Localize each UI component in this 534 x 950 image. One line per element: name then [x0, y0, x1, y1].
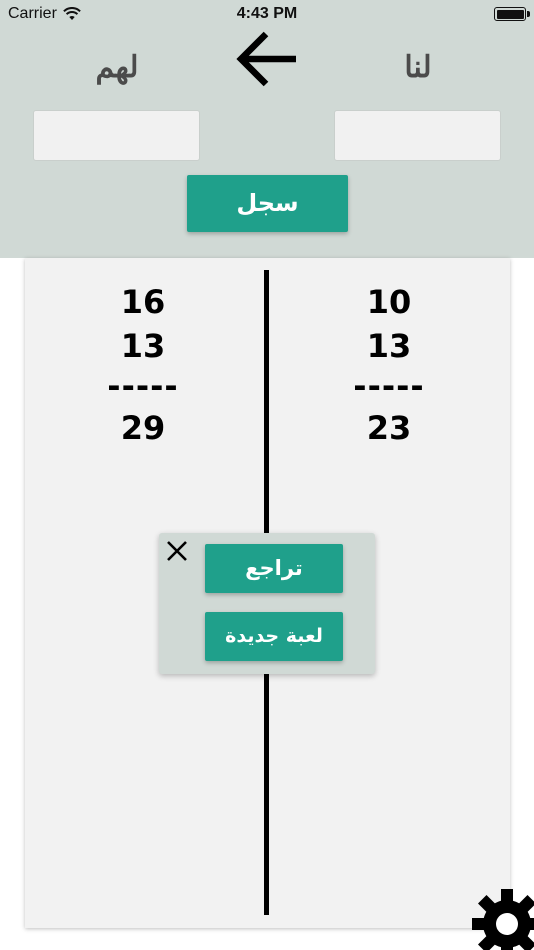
us-label: لنا — [404, 50, 432, 85]
them-total: 29 — [120, 409, 166, 447]
header: Carrier 4:43 PM لهم لنا سجل — [0, 0, 534, 258]
them-separator: ----- — [107, 367, 179, 405]
new-game-button[interactable]: لعبة جديدة — [205, 612, 343, 661]
status-time: 4:43 PM — [236, 5, 298, 22]
close-icon[interactable] — [166, 540, 188, 562]
us-score-entry: 10 — [366, 283, 412, 321]
us-score-entry: 13 — [366, 327, 412, 365]
us-score-column: 10 13 ----- 23 — [309, 280, 469, 450]
them-score-input[interactable] — [33, 110, 200, 161]
them-label: لهم — [95, 50, 139, 85]
register-button[interactable]: سجل — [187, 175, 348, 232]
us-separator: ----- — [353, 367, 425, 405]
status-bar: Carrier 4:43 PM — [0, 0, 534, 28]
us-score-input[interactable] — [334, 110, 501, 161]
them-score-entry: 13 — [120, 327, 166, 365]
battery-icon — [494, 7, 530, 21]
action-popup: تراجع لعبة جديدة — [159, 533, 375, 674]
gear-icon[interactable] — [468, 884, 534, 950]
arrow-left-icon[interactable] — [234, 28, 300, 90]
them-score-entry: 16 — [120, 283, 166, 321]
undo-button[interactable]: تراجع — [205, 544, 343, 593]
us-total: 23 — [366, 409, 412, 447]
them-score-column: 16 13 ----- 29 — [63, 280, 223, 450]
